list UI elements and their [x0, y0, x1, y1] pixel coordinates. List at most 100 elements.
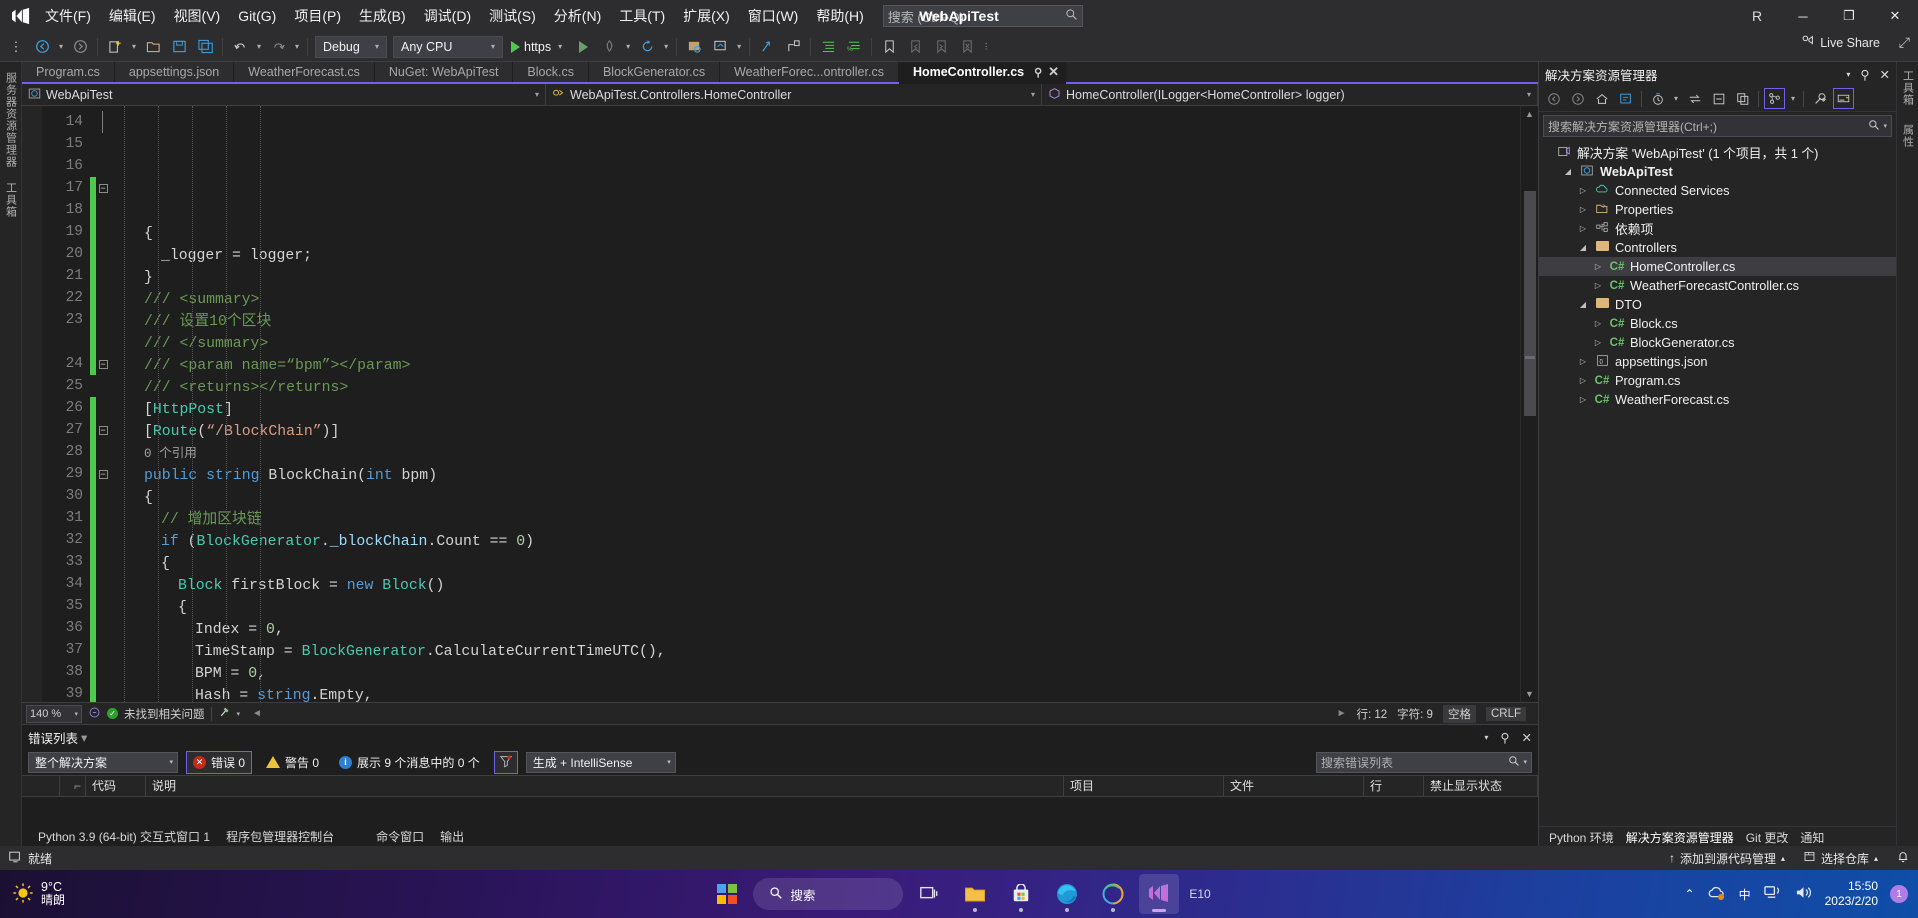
menu-item-project[interactable]: 项目(P)	[285, 0, 350, 32]
live-preview-dropdown-icon[interactable]: ▾	[734, 42, 744, 51]
indent-icon[interactable]	[816, 35, 840, 59]
scrollbar-thumb[interactable]	[1524, 191, 1536, 416]
navbar-type-dropdown[interactable]: WebApiTest.Controllers.HomeController ▾	[546, 84, 1042, 105]
menu-item-debug[interactable]: 调试(D)	[415, 0, 480, 32]
collapse-icon[interactable]: −	[98, 183, 108, 193]
tree-row-webapitest[interactable]: ◢ WebApiTest	[1539, 162, 1896, 181]
scroll-down-icon[interactable]: ▼	[1521, 686, 1538, 702]
pending-history-icon[interactable]	[1647, 88, 1668, 109]
tree-row-block-cs[interactable]: ▷ C# Block.cs	[1539, 314, 1896, 333]
toolbar-expand-icon[interactable]: ⤢	[1899, 34, 1910, 51]
column-description[interactable]: 说明	[146, 775, 1064, 797]
select-element-icon[interactable]	[682, 35, 706, 59]
code-line[interactable]: /// 设置10个区块	[110, 311, 1520, 333]
horizontal-scroll-left-icon[interactable]: ◄	[252, 708, 262, 719]
taskbar-clock[interactable]: 15:50 2023/2/20	[1825, 879, 1878, 909]
panel-menu-icon[interactable]: ▾	[1846, 70, 1850, 79]
properties-wrench-icon[interactable]	[1809, 88, 1830, 109]
column-suppression-state[interactable]: 禁止显示状态	[1424, 775, 1538, 797]
collapse-all-icon[interactable]	[1708, 88, 1729, 109]
minimize-button[interactable]: ─	[1780, 0, 1826, 32]
code-line[interactable]: TimeStamp = BlockGenerator.CalculateCurr…	[110, 641, 1520, 663]
microsoft-edge-button[interactable]	[1047, 874, 1087, 914]
tab-homecontroller-cs[interactable]: HomeController.cs ⚲ ✕	[898, 62, 1067, 84]
tab-blockgenerator-cs[interactable]: BlockGenerator.cs	[588, 62, 721, 82]
menu-item-test[interactable]: 测试(S)	[480, 0, 545, 32]
error-list-search-input[interactable]: 搜索错误列表 ▾	[1316, 751, 1532, 773]
editor-vertical-scrollbar[interactable]: ▲ ▼	[1520, 106, 1538, 702]
previous-bookmark-icon[interactable]	[903, 35, 927, 59]
code-line[interactable]: [HttpPost]	[110, 399, 1520, 421]
outlining-toggle[interactable]: −	[96, 463, 110, 485]
column-file[interactable]: 文件	[1224, 775, 1364, 797]
code-cleanup-dropdown-icon[interactable]: ▾	[237, 710, 241, 718]
navigate-backward-icon[interactable]	[30, 35, 54, 59]
se-tab-solution-explorer[interactable]: 解决方案资源管理器	[1620, 829, 1740, 846]
line-ending-label[interactable]: CRLF	[1485, 706, 1526, 721]
task-view-button[interactable]	[909, 874, 949, 914]
navigate-forward-icon[interactable]	[68, 35, 92, 59]
twisty-collapsed-icon[interactable]: ▷	[1577, 376, 1589, 385]
notifications-bell-icon[interactable]	[1896, 849, 1910, 867]
close-panel-icon[interactable]: ✕	[1880, 67, 1890, 82]
se-tab-notifications[interactable]: 通知	[1794, 829, 1830, 846]
preview-selected-items-icon[interactable]	[1833, 88, 1854, 109]
bottom-tab-python-interactive[interactable]: Python 3.9 (64-bit) 交互式窗口 1	[30, 828, 218, 845]
new-project-dropdown-icon[interactable]: ▾	[129, 42, 139, 51]
error-scope-combo[interactable]: 整个解决方案 ▾	[28, 751, 178, 773]
twisty-collapsed-icon[interactable]: ▷	[1577, 357, 1589, 366]
pending-changes-icon[interactable]	[1615, 88, 1636, 109]
menu-item-file[interactable]: 文件(F)	[36, 0, 100, 32]
twisty-collapsed-icon[interactable]: ▷	[1592, 319, 1604, 328]
menu-item-build[interactable]: 生成(B)	[350, 0, 415, 32]
menu-item-window[interactable]: 窗口(W)	[739, 0, 808, 32]
pin-panel-icon[interactable]: ⚲	[1500, 730, 1509, 745]
bottom-tab-package-manager-console[interactable]: 程序包管理器控制台	[218, 828, 342, 845]
clear-bookmarks-icon[interactable]	[955, 35, 979, 59]
tree-row-appsettings-json[interactable]: ▷ {} appsettings.json	[1539, 352, 1896, 371]
solution-explorer-search-input[interactable]: 搜索解决方案资源管理器(Ctrl+;) ▾	[1543, 115, 1892, 137]
solution-tree[interactable]: 解决方案 'WebApiTest' (1 个项目，共 1 个) ◢ WebApiT…	[1539, 140, 1896, 826]
menu-item-view[interactable]: 视图(V)	[165, 0, 230, 32]
restore-button[interactable]: ❐	[1826, 0, 1872, 32]
tree-row-weatherforecastcontroller-cs[interactable]: ▷ C# WeatherForecastController.cs	[1539, 276, 1896, 295]
menu-item-help[interactable]: 帮助(H)	[807, 0, 872, 32]
twisty-collapsed-icon[interactable]: ▷	[1577, 205, 1589, 214]
start-debugging-button[interactable]: https ▾	[507, 40, 569, 54]
twisty-collapsed-icon[interactable]: ▷	[1577, 224, 1589, 233]
code-line[interactable]: Hash = string.Empty,	[110, 685, 1520, 702]
code-line[interactable]: /// <param name=“bpm”></param>	[110, 355, 1520, 377]
save-icon[interactable]	[167, 35, 191, 59]
account-avatar[interactable]: R	[1734, 8, 1780, 24]
tab-weatherforecastcontroller-cs[interactable]: WeatherForec...ontroller.cs	[720, 62, 899, 82]
code-text-area[interactable]: {_logger = logger;} /// <summary> /// 设置10…	[110, 106, 1520, 702]
code-line[interactable]: public string BlockChain(int bpm)	[110, 465, 1520, 487]
start-without-debugging-icon[interactable]	[571, 35, 595, 59]
view-class-diagram-icon[interactable]	[1764, 88, 1785, 109]
twisty-collapsed-icon[interactable]: ▷	[1577, 395, 1589, 404]
breakpoint-margin[interactable]	[22, 106, 42, 702]
outlining-toggle[interactable]: −	[96, 177, 110, 199]
tree-row-properties[interactable]: ▷ Properties	[1539, 200, 1896, 219]
live-share-button[interactable]: Live Share	[1801, 34, 1880, 51]
microsoft-store-button[interactable]	[1001, 874, 1041, 914]
tree-row-dto[interactable]: ◢ DTO	[1539, 295, 1896, 314]
select-repository-button[interactable]: 选择仓库 ▴	[1803, 850, 1878, 867]
live-preview-icon[interactable]	[708, 35, 732, 59]
bookmark-icon[interactable]	[877, 35, 901, 59]
close-button[interactable]: ✕	[1872, 0, 1918, 32]
code-line[interactable]: if (BlockGenerator._blockChain.Count == …	[110, 531, 1520, 553]
next-bookmark-icon[interactable]	[929, 35, 953, 59]
step-over-icon[interactable]	[781, 35, 805, 59]
sync-with-active-document-icon[interactable]	[1684, 88, 1705, 109]
tray-expand-icon[interactable]: ⌃	[1685, 887, 1695, 901]
hot-reload-icon[interactable]	[597, 35, 621, 59]
properties-tab-right[interactable]: 属性	[1900, 124, 1916, 148]
scroll-up-icon[interactable]: ▲	[1521, 106, 1538, 122]
code-cleanup-icon[interactable]	[218, 706, 231, 722]
navbar-member-dropdown[interactable]: HomeController(ILogger<HomeController> l…	[1042, 84, 1538, 105]
filter-settings-toggle[interactable]	[493, 750, 518, 774]
chevron-down-icon[interactable]: ▾	[1523, 758, 1527, 766]
menu-item-analyze[interactable]: 分析(N)	[545, 0, 610, 32]
code-line[interactable]: {	[110, 487, 1520, 509]
